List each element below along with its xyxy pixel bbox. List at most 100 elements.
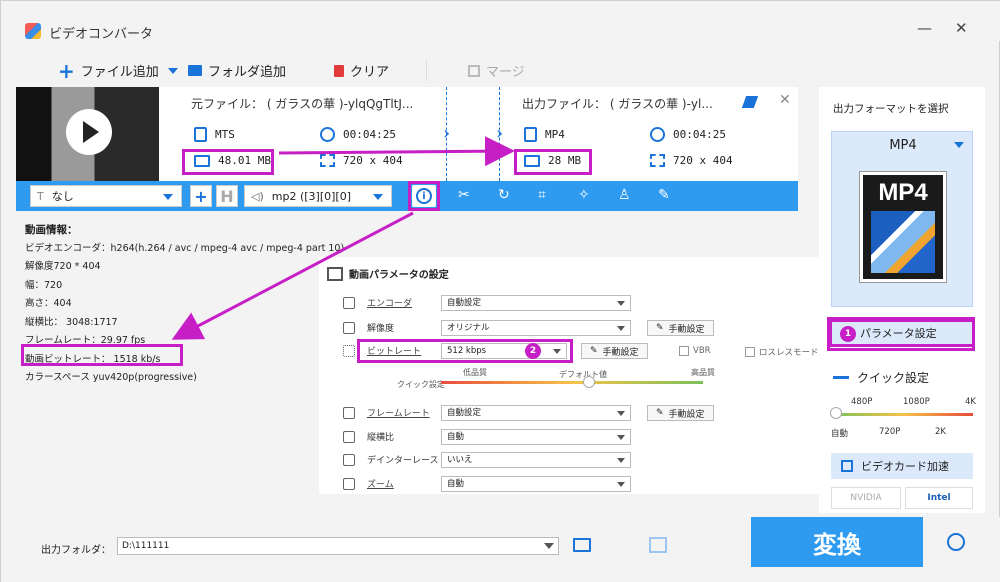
bitrate-manual-button[interactable]: ✎ 手動設定	[581, 343, 648, 359]
aspect-value: 自動	[447, 432, 465, 442]
video-info-line: 高さ：404	[25, 298, 72, 309]
select-format-title: 出力フォーマットを選択	[833, 103, 949, 115]
chevron-down-icon	[617, 435, 625, 440]
bitrate-icon	[343, 345, 355, 357]
encoder-select[interactable]: 自動設定	[441, 295, 631, 311]
video-info-line: 解像度720 * 404	[25, 261, 101, 272]
lossless-checkbox[interactable]: ロスレスモード	[745, 346, 819, 358]
framerate-manual-button[interactable]: ✎ 手動設定	[647, 405, 714, 421]
deinterlace-label: デインターレース	[367, 456, 439, 466]
resolution-value: オリジナル	[447, 323, 490, 333]
lossless-label: ロスレスモード	[759, 348, 819, 358]
source-resolution-value: 720 x 404	[343, 154, 403, 167]
crop-icon[interactable]: ⌗	[538, 187, 546, 203]
open-output-icon[interactable]	[649, 537, 667, 553]
nvidia-option[interactable]: NVIDIA	[831, 487, 901, 509]
add-subtitle-button[interactable]: +	[190, 185, 212, 207]
speaker-icon: ◁)	[251, 189, 264, 203]
watermark-icon[interactable]: ♙	[618, 187, 631, 203]
video-thumbnail[interactable]	[16, 87, 159, 181]
aspect-select[interactable]: 自動	[441, 429, 631, 445]
output-folder-value: D:\111111	[122, 541, 170, 551]
params-title: 動画パラメータの設定	[327, 266, 449, 281]
deinterlace-select[interactable]: いいえ	[441, 452, 631, 468]
source-format: MTS	[194, 127, 235, 142]
resolution-select[interactable]: オリジナル	[441, 320, 631, 336]
pencil-icon[interactable]	[741, 96, 759, 108]
framerate-value: 自動設定	[447, 408, 482, 418]
chevron-down-icon	[954, 142, 964, 148]
q-label: 720P	[879, 427, 901, 437]
file-icon	[524, 127, 537, 142]
resolution-icon	[343, 322, 355, 334]
format-panel: 出力フォーマットを選択 MP4 MP4 1 パラメータ設定 クイック設定 480…	[819, 87, 985, 513]
minimize-button[interactable]: —	[917, 19, 932, 37]
add-folder-button[interactable]: フォルダ追加	[188, 61, 286, 80]
alarm-icon[interactable]	[947, 533, 965, 551]
format-selector[interactable]: MP4 MP4	[831, 131, 973, 307]
quick-settings-handle[interactable]	[830, 407, 842, 419]
quick-settings-slider[interactable]	[833, 413, 973, 416]
effect-icon[interactable]: ✧	[578, 187, 590, 203]
resolution-icon	[650, 154, 665, 167]
manual-label: 手動設定	[668, 324, 705, 335]
clock-icon	[650, 127, 665, 142]
app-window: ビデオコンバータ — ✕ + ファイル追加 フォルダ追加 クリア マージ 元ファ…	[0, 0, 1000, 582]
audio-track-select[interactable]: ◁) mp2 ([3][0][0]	[244, 185, 392, 207]
convert-button[interactable]: 変換	[751, 517, 923, 567]
output-folder-label: 出力フォルダ：	[41, 545, 111, 556]
vbr-checkbox[interactable]: VBR	[679, 346, 711, 356]
subtitle-select[interactable]: T なし	[30, 185, 182, 207]
deinterlace-row: デインターレース いいえ	[343, 452, 823, 468]
quality-slider-track[interactable]	[441, 381, 703, 384]
checkbox-box	[745, 347, 755, 357]
output-duration-value: 00:04:25	[673, 128, 726, 141]
chevron-down-icon	[617, 482, 625, 487]
scissors-icon[interactable]: ✂	[458, 187, 470, 203]
rotate-icon[interactable]: ↻	[498, 187, 510, 203]
params-title-text: 動画パラメータの設定	[349, 270, 449, 281]
vbr-label: VBR	[693, 346, 711, 356]
quick-settings-label: クイック設定	[857, 371, 930, 385]
mp4-icon-label: MP4	[878, 179, 928, 206]
remove-file-button[interactable]: ✕	[779, 92, 791, 108]
resolution-label: 解像度	[367, 324, 395, 334]
bottom-bar: 出力フォルダ： D:\111111 変換	[1, 517, 1000, 582]
add-file-button[interactable]: + ファイル追加	[58, 61, 159, 81]
zoom-label[interactable]: ズーム	[367, 477, 394, 490]
info-highlight	[408, 181, 440, 211]
chevron-down-icon	[617, 301, 625, 306]
quick-settings-title: クイック設定	[833, 369, 929, 386]
encoder-label[interactable]: エンコーダ	[367, 296, 412, 309]
slider-icon	[833, 376, 849, 379]
edit-toolbar: T なし + H ◁) mp2 ([3][0][0] i ✂ ↻ ⌗ ✧ ♙ ✎	[16, 181, 798, 211]
intel-option[interactable]: Intel	[905, 487, 973, 509]
source-duration: 00:04:25	[320, 127, 396, 142]
merge-icon	[468, 64, 480, 77]
source-duration-value: 00:04:25	[343, 128, 396, 141]
quality-slider-handle[interactable]	[583, 376, 595, 388]
encoder-value: 自動設定	[447, 298, 482, 308]
text-icon: T	[37, 189, 44, 203]
app-logo-icon	[25, 23, 41, 39]
browse-folder-icon[interactable]	[573, 538, 591, 552]
title-bar: ビデオコンバータ — ✕	[1, 1, 1000, 42]
output-format: MP4	[524, 127, 565, 142]
framerate-label[interactable]: フレームレート	[367, 406, 430, 419]
zoom-select[interactable]: 自動	[441, 476, 631, 492]
clear-button[interactable]: クリア	[334, 61, 389, 80]
close-button[interactable]: ✕	[955, 19, 968, 37]
output-folder-input[interactable]: D:\111111	[117, 537, 559, 555]
merge-button[interactable]: マージ	[468, 61, 525, 80]
add-file-dropdown-icon[interactable]	[168, 68, 178, 74]
resolution-manual-button[interactable]: ✎ 手動設定	[647, 320, 714, 336]
play-icon[interactable]	[66, 109, 112, 155]
subtitle-edit-icon[interactable]: ✎	[658, 187, 670, 203]
q-label: 自動	[831, 429, 849, 439]
framerate-select[interactable]: 自動設定	[441, 405, 631, 421]
mp4-format-icon: MP4	[860, 172, 946, 282]
subtitle-ext-button[interactable]: H	[216, 185, 238, 207]
gpu-acceleration-button[interactable]: ビデオカード加速	[831, 453, 973, 479]
manual-label: 手動設定	[602, 347, 639, 358]
gear-icon	[343, 297, 355, 309]
